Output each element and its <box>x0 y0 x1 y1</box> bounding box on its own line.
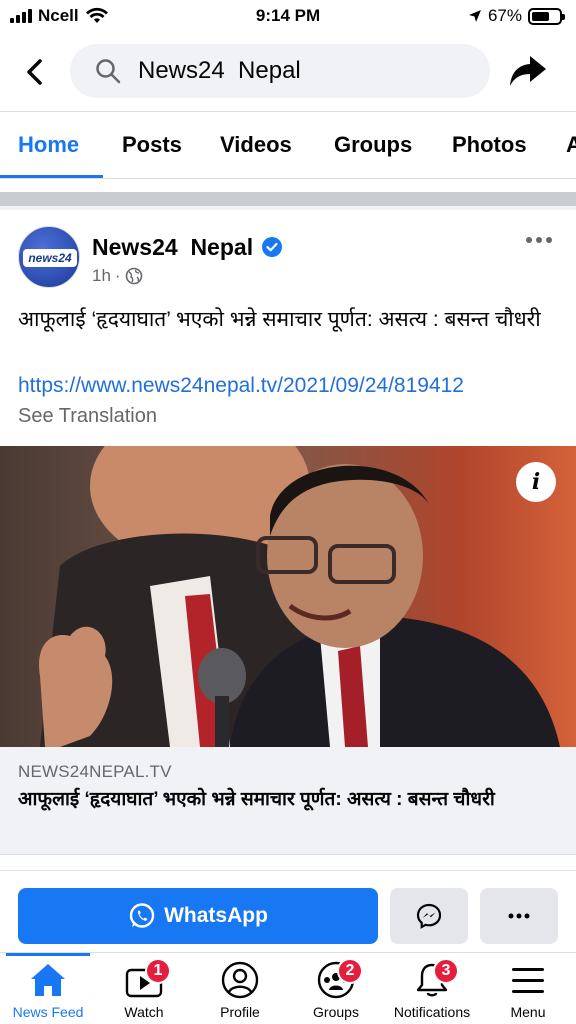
post-meta: 1h · <box>92 266 143 286</box>
status-bar: Ncell 9:14 PM 67% <box>0 0 576 34</box>
nav-watch[interactable]: 1 Watch <box>96 958 192 1024</box>
nav-groups[interactable]: 2 Groups <box>288 958 384 1024</box>
tabs-divider <box>0 178 576 179</box>
nav-label: News Feed <box>12 1004 84 1020</box>
more-dots-icon <box>526 237 552 243</box>
nav-label: Notifications <box>393 1004 471 1020</box>
tab-videos[interactable]: Videos <box>220 112 292 178</box>
section-separator-light <box>0 206 576 210</box>
page-name[interactable]: News24 Nepal <box>92 234 253 261</box>
bell-icon: 3 <box>411 958 459 1000</box>
back-button[interactable] <box>16 54 56 90</box>
tab-posts[interactable]: Posts <box>122 112 182 178</box>
post-link[interactable]: https://www.news24nepal.tv/2021/09/24/81… <box>18 374 464 398</box>
post-time[interactable]: 1h <box>92 266 111 286</box>
share-arrow-icon <box>510 56 546 86</box>
globe-icon <box>125 267 142 285</box>
whatsapp-label: WhatsApp <box>164 904 268 927</box>
battery-icon <box>528 7 565 25</box>
speaker-photo <box>0 446 576 747</box>
search-input[interactable]: News24 Nepal <box>70 44 490 98</box>
watch-icon: 1 <box>123 958 171 1000</box>
nav-active-indicator <box>6 953 90 956</box>
menu-icon <box>507 960 549 1000</box>
page-avatar[interactable]: news24 <box>18 226 80 288</box>
watch-badge: 1 <box>145 958 171 984</box>
nav-label: Menu <box>510 1004 546 1020</box>
location-arrow-icon <box>468 10 481 22</box>
battery-percent: 67% <box>487 6 522 25</box>
home-icon <box>27 960 69 1000</box>
link-title[interactable]: आफूलाई ‘हृदयाघात’ भएको भन्ने समाचार पूर्… <box>18 786 548 814</box>
page-tabs: Home Posts Videos Groups Photos A <box>0 112 576 178</box>
nav-news-feed[interactable]: News Feed <box>0 960 96 1024</box>
nav-label: Profile <box>220 1004 260 1020</box>
post-options-button[interactable] <box>524 230 554 250</box>
back-arrow-icon <box>27 59 42 85</box>
avatar-logo-text: news24 <box>28 251 72 265</box>
search-header: News24 Nepal <box>0 40 576 102</box>
nav-notifications[interactable]: 3 Notifications <box>384 958 480 1024</box>
info-button[interactable]: i <box>516 462 556 502</box>
groups-badge: 2 <box>337 958 363 984</box>
avatar-logo: news24 <box>23 249 77 267</box>
content-separator <box>0 870 576 878</box>
verified-badge-icon <box>262 237 282 257</box>
more-actions-button[interactable] <box>480 888 558 944</box>
search-icon <box>96 59 121 84</box>
tab-photos[interactable]: Photos <box>452 112 527 178</box>
nav-profile[interactable]: Profile <box>192 960 288 1024</box>
nav-menu[interactable]: Menu <box>480 960 576 1024</box>
profile-icon <box>219 960 261 1000</box>
section-separator <box>0 192 576 206</box>
messenger-button[interactable] <box>390 888 468 944</box>
messenger-icon <box>416 903 442 929</box>
see-translation-link[interactable]: See Translation <box>18 405 157 428</box>
nav-label: Groups <box>313 1004 359 1020</box>
tab-home[interactable]: Home <box>18 112 79 178</box>
status-right: 67% <box>468 6 565 26</box>
post-text: आफूलाई ‘हृदयाघात’ भएको भन्ने समाचार पूर्… <box>18 308 541 331</box>
tab-groups[interactable]: Groups <box>334 112 412 178</box>
share-button[interactable] <box>508 50 548 90</box>
link-preview-image[interactable] <box>0 446 576 747</box>
notifications-badge: 3 <box>433 958 459 984</box>
whatsapp-icon <box>129 903 155 928</box>
groups-icon: 2 <box>315 958 363 1000</box>
nav-label: Watch <box>124 1004 164 1020</box>
search-query: News24 Nepal <box>138 57 301 84</box>
meta-separator: · <box>114 266 121 285</box>
more-dots-icon <box>508 913 530 919</box>
tab-more[interactable]: A <box>566 112 576 178</box>
link-domain: NEWS24NEPAL.TV <box>18 762 172 781</box>
whatsapp-button[interactable]: WhatsApp <box>18 888 378 944</box>
